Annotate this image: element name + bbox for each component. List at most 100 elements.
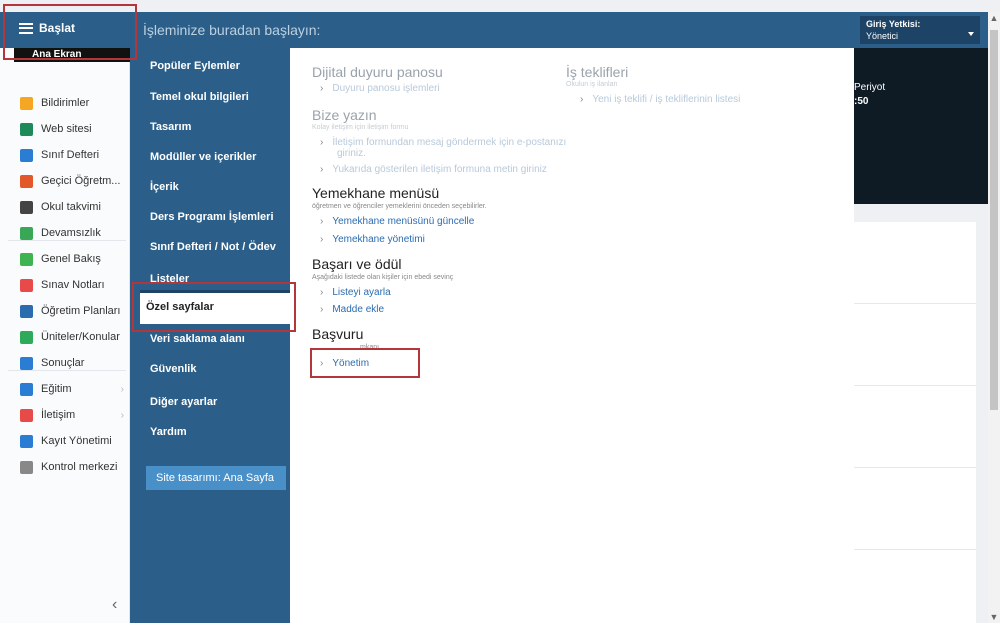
sidebar-item-14[interactable]: Kontrol merkezi <box>0 454 130 480</box>
section-title-yemek: Yemekhane menüsü <box>312 185 440 201</box>
chevron-down-icon <box>968 32 974 36</box>
sidebar-item-13[interactable]: Kayıt Yönetimi <box>0 428 130 454</box>
home-icon <box>20 122 33 136</box>
scroll-down-icon[interactable]: ▼ <box>988 611 1000 623</box>
plan-icon <box>20 304 33 318</box>
right-card <box>854 222 976 623</box>
section-title-dijital: Dijital duyuru panosu <box>312 64 443 80</box>
flyout-panel: Dijital duyuru panosu › Duyuru panosu işl… <box>290 48 854 623</box>
section-title-basvuru: Başvuru <box>312 326 364 342</box>
sidebar-item-12[interactable]: İletişim › <box>0 402 130 428</box>
divider <box>854 467 976 468</box>
sidebar-item-3[interactable]: Geçici Öğretm... <box>0 168 130 194</box>
sidebar-item-label: Eğitim <box>41 383 72 395</box>
grade-icon <box>20 278 33 292</box>
menu-item-4[interactable]: İçerik <box>150 181 179 193</box>
sidebar-item-label: Okul takvimi <box>41 201 101 213</box>
sidebar-divider <box>8 370 126 371</box>
sidebar-item-label: Devamsızlık <box>41 227 101 239</box>
menu-item-12[interactable]: Yardım <box>150 426 187 438</box>
sidebar-item-0[interactable]: Bildirimler <box>0 90 130 116</box>
periyot-label: Periyot <box>854 82 886 93</box>
sidebar-item-label: Bildirimler <box>41 97 90 109</box>
sidebar-item-label: Geçici Öğretm... <box>41 175 121 187</box>
section-title-bize: Bize yazın <box>312 107 377 123</box>
section-title-basari: Başarı ve ödül <box>312 256 402 272</box>
sidebar-item-label: Öğretim Planları <box>41 305 121 317</box>
divider <box>854 549 976 550</box>
notebook-icon <box>20 148 33 162</box>
sidebar-item-10[interactable]: Sonuçlar <box>0 350 130 376</box>
site-design-button[interactable]: Site tasarımı: Ana Sayfa <box>146 466 286 490</box>
menu-item-ozel-sayfalar[interactable]: Özel sayfalar <box>140 290 290 324</box>
divider <box>854 303 976 304</box>
menu-item-1[interactable]: Temel okul bilgileri <box>150 91 249 103</box>
menu-item-6[interactable]: Sınıf Defteri / Not / Ödev <box>150 241 276 253</box>
scroll-up-icon[interactable]: ▲ <box>988 12 1000 24</box>
menu-item-11[interactable]: Diğer ayarlar <box>150 396 217 408</box>
sidebar-item-6[interactable]: Genel Bakış <box>0 246 130 272</box>
top-bar: İşleminize buradan başlayın: Giriş Yetki… <box>0 12 988 48</box>
sidebar-item-label: Kontrol merkezi <box>41 461 118 473</box>
menu-item-2[interactable]: Tasarım <box>150 121 191 133</box>
link-madde-ekle[interactable]: › Madde ekle <box>320 304 384 315</box>
link-duyuru[interactable]: › Duyuru panosu işlemleri <box>320 83 440 94</box>
hamburger-icon <box>19 22 33 34</box>
envelope-icon <box>20 96 33 110</box>
chevron-right-icon: › <box>120 383 124 395</box>
link-listeyi-ayarla[interactable]: › Listeyi ayarla <box>320 287 391 298</box>
start-button[interactable]: Başlat <box>13 14 133 42</box>
shield-icon <box>20 330 33 344</box>
divider <box>854 385 976 386</box>
education-icon <box>20 382 33 396</box>
check-circle-icon <box>20 252 33 266</box>
menu-column: Popüler Eylemler Temel okul bilgileri Tasa… <box>130 48 296 623</box>
sidebar: Ana Ekran Bildirimler Web sitesi Sınıf Def… <box>0 48 130 623</box>
right-header-panel: Periyot :50 <box>854 48 988 204</box>
sidebar-item-2[interactable]: Sınıf Defteri <box>0 142 130 168</box>
sidebar-item-11[interactable]: Eğitim › <box>0 376 130 402</box>
menu-item-10[interactable]: Güvenlik <box>150 363 196 375</box>
pencil-icon <box>20 434 33 448</box>
periyot-time: :50 <box>854 96 869 107</box>
sidebar-item-7[interactable]: Sınav Notları <box>0 272 130 298</box>
scroll-thumb[interactable] <box>990 30 998 410</box>
sidebar-item-label: Web sitesi <box>41 123 92 135</box>
auth-value: Yönetici <box>866 31 899 41</box>
sidebar-item-label: Sınıf Defteri <box>41 149 100 161</box>
person-icon <box>20 174 33 188</box>
chevron-right-icon: › <box>120 409 124 421</box>
menu-item-0[interactable]: Popüler Eylemler <box>150 60 240 72</box>
auth-dropdown[interactable]: Giriş Yetkisi: Yönetici <box>860 16 980 44</box>
sidebar-item-9[interactable]: Üniteler/Konular <box>0 324 130 350</box>
collapse-sidebar-icon[interactable]: ‹ <box>112 596 117 614</box>
menu-item-ozel-sayfalar-highlight: Özel sayfalar <box>132 282 296 332</box>
calendar-icon <box>20 200 33 214</box>
sidebar-item-8[interactable]: Öğretim Planları <box>0 298 130 324</box>
menu-item-5[interactable]: Ders Programı İşlemleri <box>150 211 274 223</box>
sidebar-item-label: Genel Bakış <box>41 253 101 265</box>
menu-item-9[interactable]: Veri saklama alanı <box>150 333 245 345</box>
sidebar-item-label: İletişim <box>41 409 76 421</box>
sidebar-divider <box>8 240 126 241</box>
section-sub-yemek: öğretmen ve öğrenciler yemeklerini önced… <box>312 203 487 210</box>
sidebar-item-label: Üniteler/Konular <box>41 331 120 343</box>
link-yemek-guncelle[interactable]: › Yemekhane menüsünü güncelle <box>320 216 474 227</box>
sidebar-item-1[interactable]: Web sitesi <box>0 116 130 142</box>
sidebar-item-4[interactable]: Okul takvimi <box>0 194 130 220</box>
sidebar-item-label: Kayıt Yönetimi <box>41 435 112 447</box>
link-iletisim-email[interactable]: › İletişim formundan mesaj göndermek için… <box>320 137 580 159</box>
chat-icon <box>20 408 33 422</box>
vertical-scrollbar[interactable]: ▲ ▼ <box>988 12 1000 623</box>
user-outline-icon <box>20 226 33 240</box>
link-is-teklifi[interactable]: › Yeni iş teklifi / iş tekliflerinin list… <box>580 94 740 105</box>
section-sub-bize: Kolay iletişim için iletişim formu <box>312 124 409 131</box>
sidebar-item-label: Sonuçlar <box>41 357 85 369</box>
menu-item-3[interactable]: Modüller ve içerikler <box>150 151 256 163</box>
gear-icon <box>20 460 33 474</box>
link-yemek-yonetimi[interactable]: › Yemekhane yönetimi <box>320 234 425 245</box>
sidebar-item-5[interactable]: Devamsızlık <box>0 220 130 246</box>
start-label: Başlat <box>39 21 76 35</box>
bar-chart-icon <box>20 356 33 370</box>
link-iletisim-metin[interactable]: › Yukarıda gösterilen iletişim formuna me… <box>320 164 547 175</box>
